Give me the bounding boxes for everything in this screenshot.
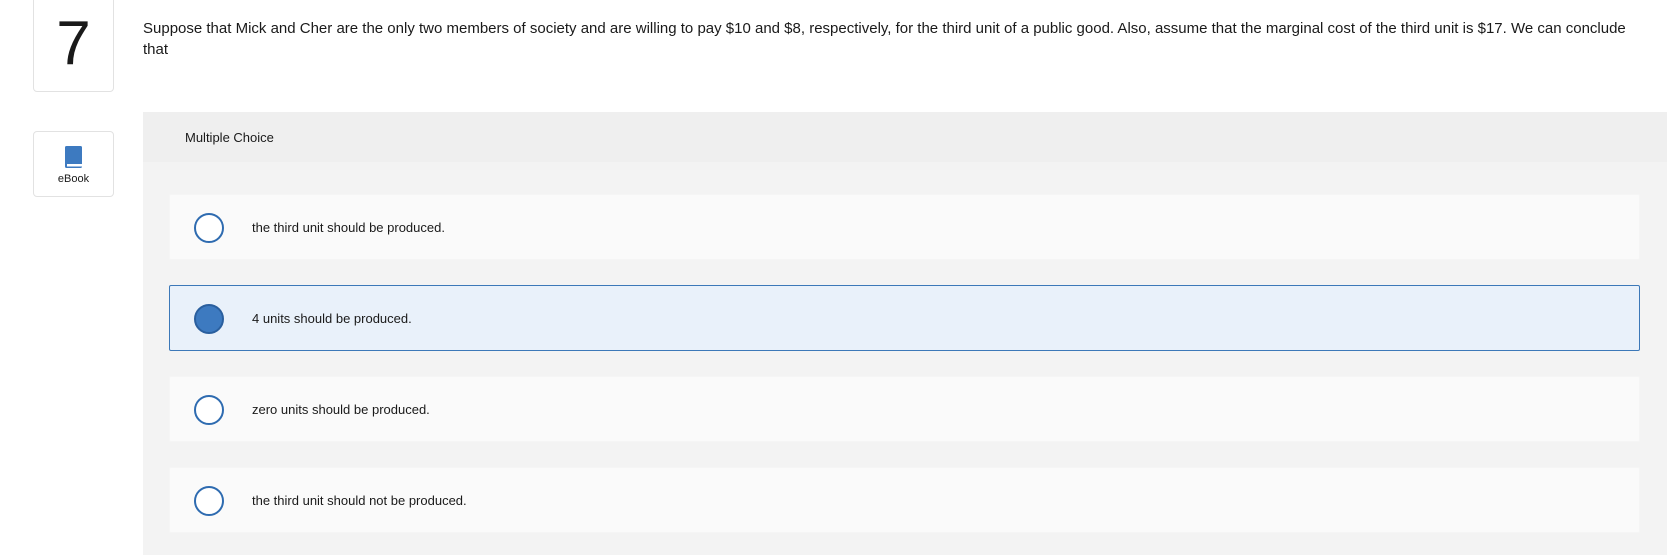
option-label: zero units should be produced. xyxy=(252,401,430,417)
multiple-choice-title: Multiple Choice xyxy=(185,129,274,145)
option-label: the third unit should be produced. xyxy=(252,219,445,235)
book-icon xyxy=(64,146,82,168)
multiple-choice-panel: Multiple Choice the third unit should be… xyxy=(143,112,1667,555)
option-3[interactable]: zero units should be produced. xyxy=(169,376,1640,442)
option-4[interactable]: the third unit should not be produced. xyxy=(169,467,1640,533)
options-list: the third unit should be produced. 4 uni… xyxy=(143,162,1667,555)
ebook-button[interactable]: eBook xyxy=(33,131,114,197)
radio-button[interactable] xyxy=(194,213,224,243)
radio-button[interactable] xyxy=(194,486,224,516)
question-number-box: 7 xyxy=(33,0,114,92)
question-number: 7 xyxy=(56,9,91,78)
radio-button-selected[interactable] xyxy=(194,304,224,334)
option-label: 4 units should be produced. xyxy=(252,310,412,326)
option-1[interactable]: the third unit should be produced. xyxy=(169,194,1640,260)
ebook-label: eBook xyxy=(57,173,90,185)
option-label: the third unit should not be produced. xyxy=(252,492,467,508)
question-text: Suppose that Mick and Cher are the only … xyxy=(143,20,1626,58)
option-2[interactable]: 4 units should be produced. xyxy=(169,285,1640,351)
radio-button[interactable] xyxy=(194,395,224,425)
multiple-choice-header: Multiple Choice xyxy=(143,112,1667,162)
